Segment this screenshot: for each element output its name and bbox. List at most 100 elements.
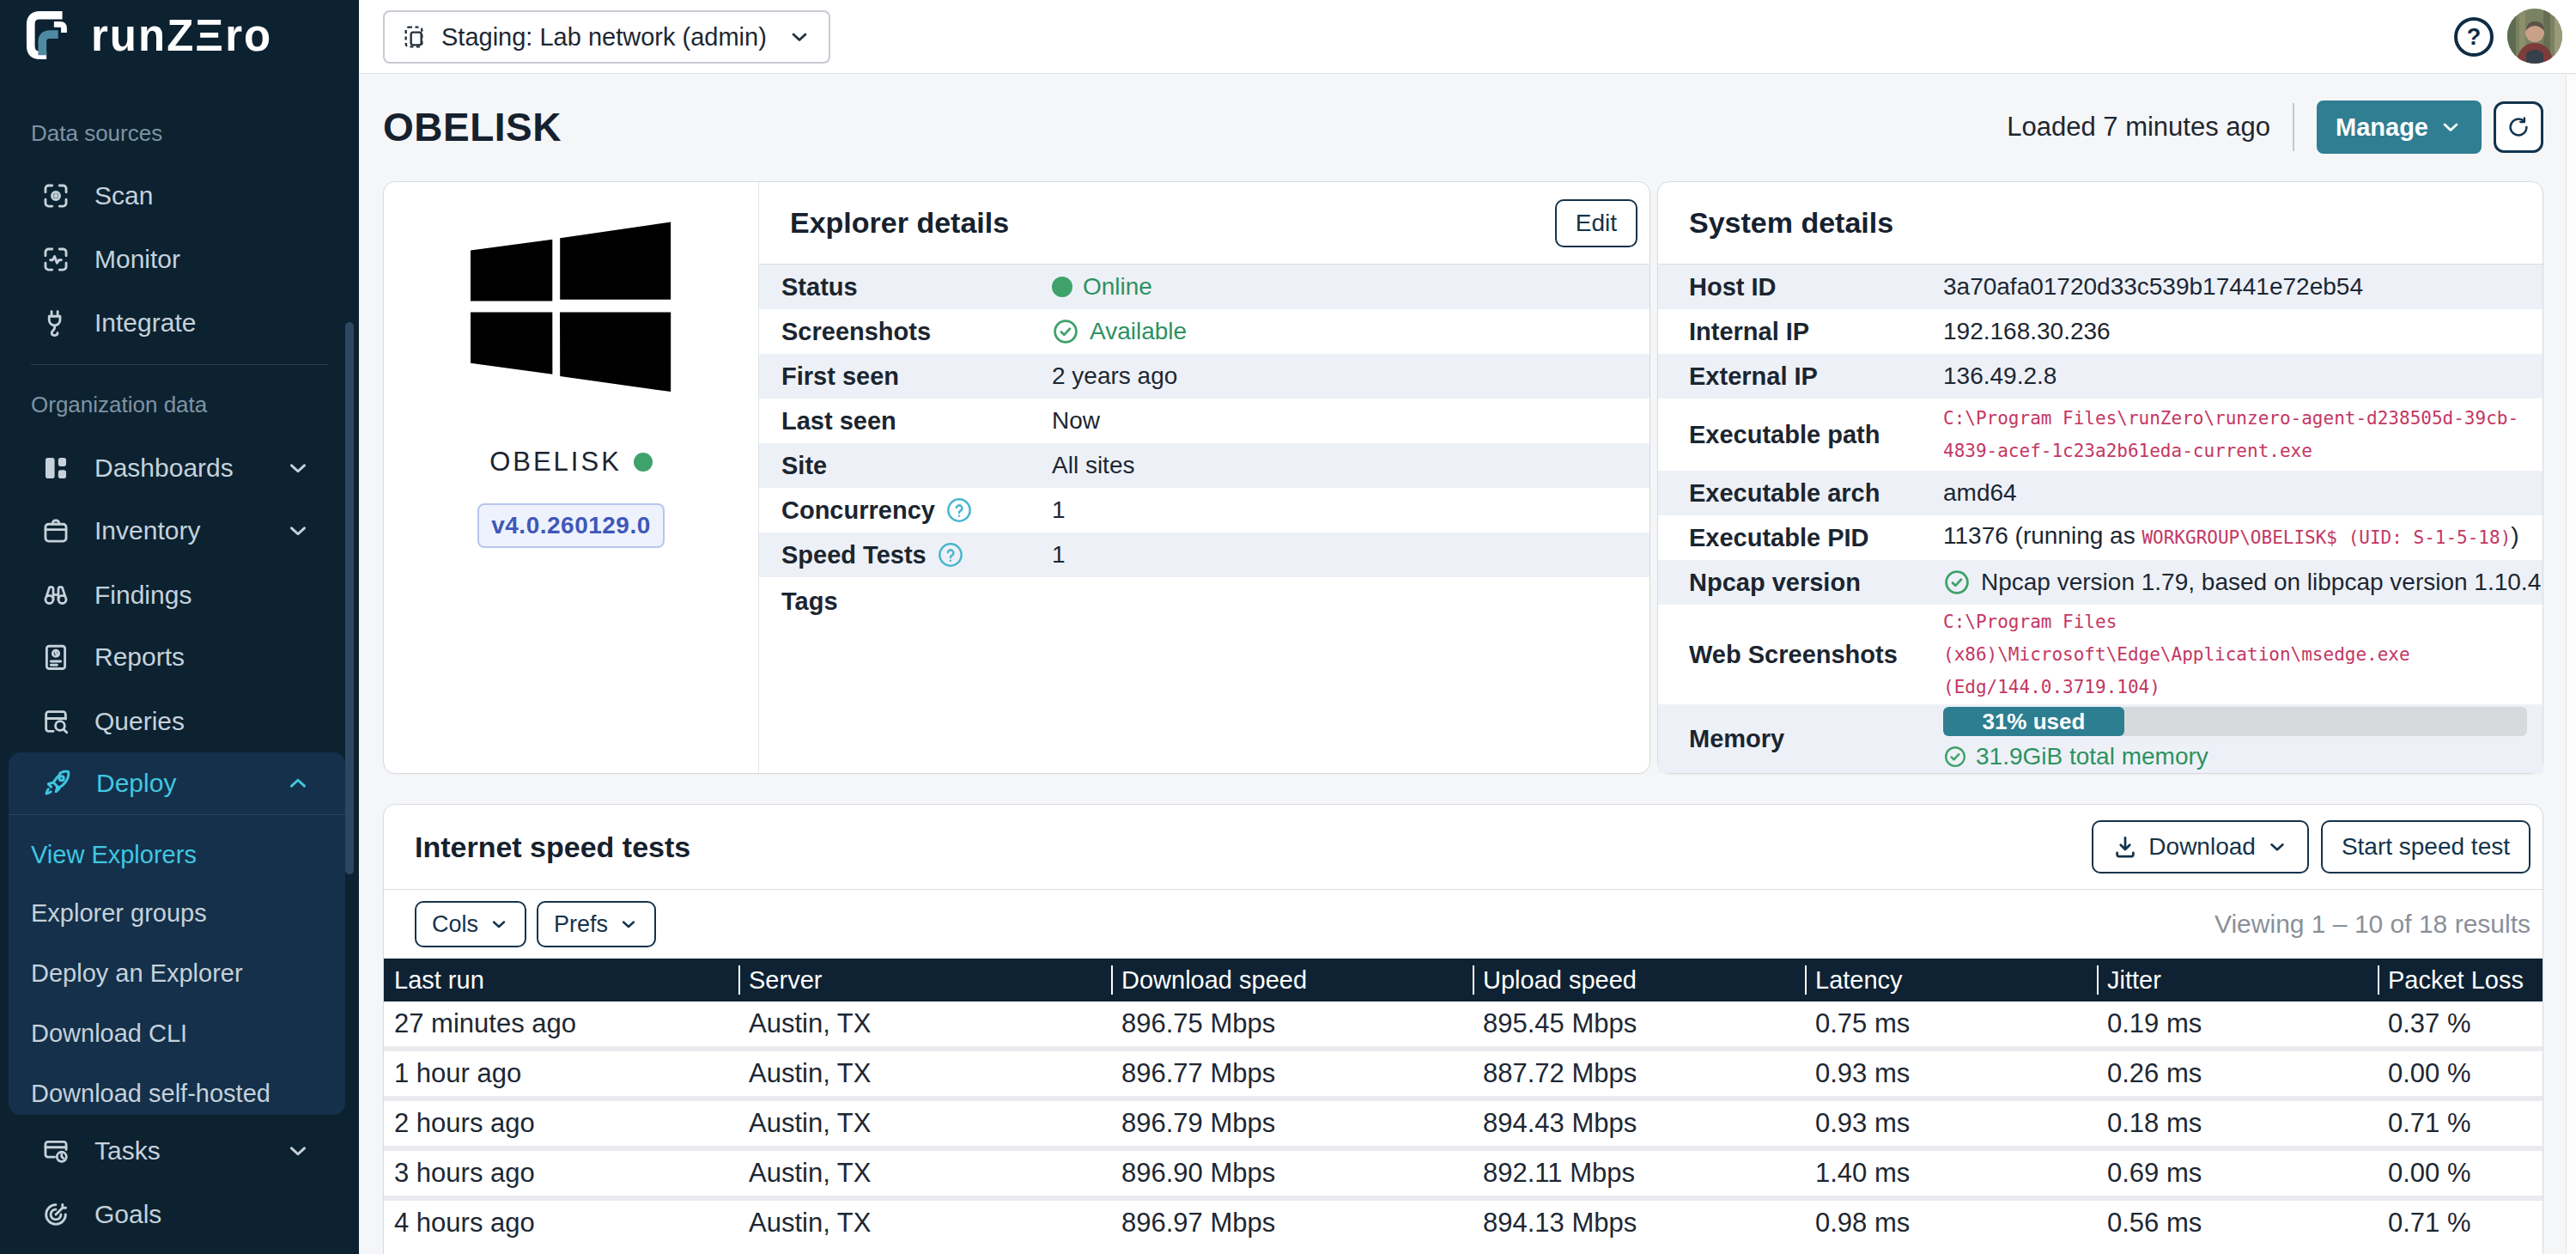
avatar-photo xyxy=(2507,9,2562,64)
rocket-icon xyxy=(41,768,72,799)
col-latency[interactable]: Latency xyxy=(1805,959,2097,1001)
row-external-ip: External IP 136.49.2.8 xyxy=(1658,354,2543,399)
row-site: Site All sites xyxy=(759,443,1649,488)
goals-target-icon xyxy=(41,1200,70,1229)
explorer-details-card: OBELISK v4.0.260129.0 Explorer details E… xyxy=(383,181,1650,774)
avatar[interactable] xyxy=(2507,9,2562,64)
check-circle-icon xyxy=(1943,745,1967,769)
sidebar-item-inventory[interactable]: Inventory xyxy=(0,500,359,562)
row-concurrency: Concurrency 1 xyxy=(759,488,1649,533)
section-label-organization-data: Organization data xyxy=(31,392,207,418)
runzero-mark-icon xyxy=(24,9,77,62)
chevron-down-icon xyxy=(2439,115,2463,139)
chevron-down-icon xyxy=(285,518,311,544)
explorer-details-title: Explorer details xyxy=(790,206,1009,240)
sidebar: runZΞro Data sources Scan Monitor Integr… xyxy=(0,0,359,1254)
manage-button[interactable]: Manage xyxy=(2317,100,2482,154)
table-row[interactable]: 4 hours agoAustin, TX896.97 Mbps894.13 M… xyxy=(384,1201,2543,1245)
sidebar-item-deploy[interactable]: Deploy xyxy=(9,752,345,814)
explorer-details-pane: Explorer details Edit Status Online Scre… xyxy=(759,182,1649,773)
col-download-speed[interactable]: Download speed xyxy=(1111,959,1473,1001)
section-label-data-sources: Data sources xyxy=(31,120,162,147)
row-executable-path: Executable path C:\Program Files\runZero… xyxy=(1658,399,2543,471)
table-toolbar: Cols Prefs Viewing 1 – 10 of 18 results xyxy=(384,890,2543,959)
sidebar-subitem-explorer-groups[interactable]: Explorer groups xyxy=(9,883,345,943)
help-circle-icon[interactable] xyxy=(945,496,973,524)
col-server[interactable]: Server xyxy=(738,959,1111,1001)
col-packet-loss[interactable]: Packet Loss xyxy=(2378,959,2543,1001)
topbar: Staging: Lab network (admin) ? xyxy=(359,0,2576,74)
binoculars-icon xyxy=(41,581,70,610)
chevron-down-icon xyxy=(787,25,811,49)
explorer-os-pane: OBELISK v4.0.260129.0 xyxy=(384,182,759,773)
sidebar-item-findings[interactable]: Findings xyxy=(0,564,359,626)
sidebar-item-goals[interactable]: Goals xyxy=(0,1184,359,1245)
organization-selector[interactable]: Staging: Lab network (admin) xyxy=(383,10,830,64)
sidebar-item-monitor[interactable]: Monitor xyxy=(0,228,359,290)
row-last-seen: Last seen Now xyxy=(759,399,1649,443)
report-document-icon xyxy=(41,642,70,672)
query-search-icon xyxy=(41,707,70,736)
chevron-up-icon xyxy=(285,770,311,796)
help-button[interactable]: ? xyxy=(2454,17,2494,57)
row-first-seen: First seen 2 years ago xyxy=(759,354,1649,399)
table-row[interactable]: 1 hour agoAustin, TX896.77 Mbps887.72 Mb… xyxy=(384,1051,2543,1096)
start-speed-test-button[interactable]: Start speed test xyxy=(2321,820,2530,874)
cols-button[interactable]: Cols xyxy=(415,901,526,947)
refresh-button[interactable] xyxy=(2494,101,2543,153)
sidebar-subitem-download-cli[interactable]: Download CLI xyxy=(9,1003,345,1063)
table-row[interactable]: 3 hours agoAustin, TX896.90 Mbps892.11 M… xyxy=(384,1151,2543,1196)
sidebar-item-scan[interactable]: Scan xyxy=(0,165,359,227)
chevron-down-icon xyxy=(2266,836,2288,858)
sidebar-subitem-view-explorers[interactable]: View Explorers xyxy=(9,825,345,885)
online-status-dot xyxy=(634,453,653,472)
memory-used-fill: 31% used xyxy=(1943,707,2124,736)
download-button[interactable]: Download xyxy=(2092,820,2309,874)
memory-usage-bar: 31% used xyxy=(1943,707,2527,736)
table-row[interactable]: 27 minutes agoAustin, TX896.75 Mbps895.4… xyxy=(384,1001,2543,1046)
org-select-icon xyxy=(402,23,429,51)
table-header-row: Last run Server Download speed Upload sp… xyxy=(384,959,2543,1001)
sidebar-item-queries[interactable]: Queries xyxy=(0,691,359,752)
internet-speed-tests-card: Internet speed tests Download Start spee… xyxy=(383,804,2543,1254)
row-executable-pid: Executable PID 11376 (running as WORKGRO… xyxy=(1658,515,2543,560)
edit-button[interactable]: Edit xyxy=(1555,199,1637,247)
sidebar-subitem-deploy-an-explorer[interactable]: Deploy an Explorer xyxy=(9,943,345,1003)
runzero-logo[interactable]: runZΞro xyxy=(24,9,272,62)
row-screenshots: Screenshots Available xyxy=(759,309,1649,354)
col-jitter[interactable]: Jitter xyxy=(2097,959,2378,1001)
help-circle-icon[interactable] xyxy=(937,541,964,569)
sidebar-scrollbar[interactable] xyxy=(345,322,354,874)
col-last-run[interactable]: Last run xyxy=(384,959,738,1001)
page-header: OBELISK Loaded 7 minutes ago Manage xyxy=(383,92,2543,162)
scan-icon xyxy=(41,181,70,210)
sidebar-item-integrate[interactable]: Integrate xyxy=(0,292,359,354)
page-title: OBELISK xyxy=(383,104,562,150)
deploy-divider xyxy=(9,814,345,815)
memory-total: 31.9GiB total memory xyxy=(1943,743,2527,770)
row-speed-tests: Speed Tests 1 xyxy=(759,533,1649,577)
explorer-version-badge[interactable]: v4.0.260129.0 xyxy=(477,503,665,548)
deploy-section: Deploy View Explorers Explorer groups De… xyxy=(9,752,345,1115)
download-icon xyxy=(2112,834,2138,860)
chevron-down-icon xyxy=(618,914,639,934)
explorer-hostname: OBELISK xyxy=(489,447,653,478)
chevron-down-icon xyxy=(489,914,509,934)
table-row[interactable]: 2 hours agoAustin, TX896.79 Mbps894.43 M… xyxy=(384,1101,2543,1146)
row-internal-ip: Internal IP 192.168.30.236 xyxy=(1658,309,2543,354)
chevron-down-icon xyxy=(285,1138,311,1164)
sidebar-item-reports[interactable]: Reports xyxy=(0,626,359,688)
col-upload-speed[interactable]: Upload speed xyxy=(1473,959,1805,1001)
prefs-button[interactable]: Prefs xyxy=(537,901,656,947)
refresh-icon xyxy=(2506,114,2531,140)
row-host-id: Host ID 3a70afa01720d33c539b17441e72eb54 xyxy=(1658,265,2543,309)
row-status: Status Online xyxy=(759,265,1649,309)
system-details-title: System details xyxy=(1689,206,1893,240)
sidebar-item-dashboards[interactable]: Dashboards xyxy=(0,437,359,499)
runzero-wordmark: runZΞro xyxy=(91,10,272,61)
sidebar-subitem-download-self-hosted[interactable]: Download self-hosted xyxy=(9,1063,345,1123)
row-web-screenshots: Web Screenshots C:\Program Files(x86)\Mi… xyxy=(1658,605,2543,704)
chevron-down-icon xyxy=(285,455,311,481)
page-scrollbar[interactable] xyxy=(2566,75,2576,1254)
sidebar-item-tasks[interactable]: Tasks xyxy=(0,1120,359,1182)
